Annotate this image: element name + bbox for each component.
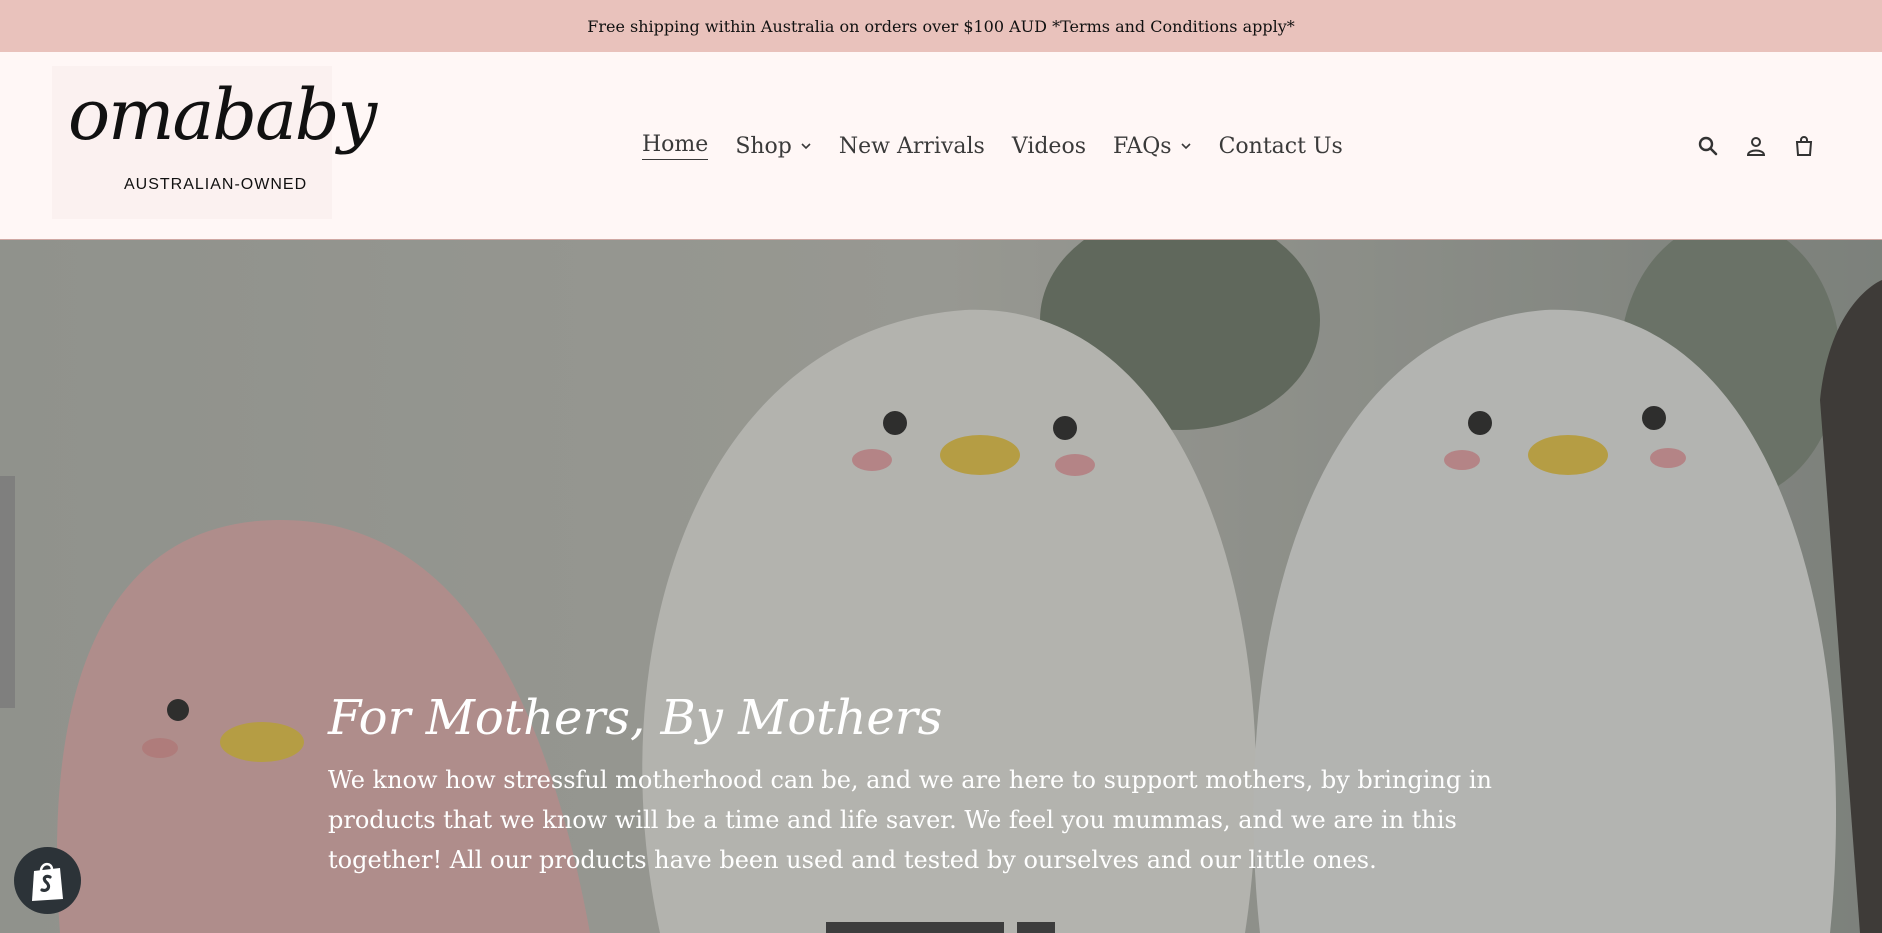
hero-button[interactable] (826, 922, 1004, 933)
nav-home[interactable]: Home (642, 132, 709, 160)
announcement-text: Free shipping within Australia on orders… (587, 16, 1295, 36)
nav-shop-label: Shop (735, 133, 792, 159)
nav-shop[interactable]: Shop (735, 134, 812, 159)
side-tab[interactable] (0, 476, 15, 708)
nav-new-arrivals-label: New Arrivals (838, 133, 985, 159)
logo[interactable]: omababy AUSTRALIAN-OWNED (52, 66, 377, 219)
chevron-down-icon (801, 143, 811, 150)
nav-videos[interactable]: Videos (1012, 134, 1086, 159)
shopify-badge[interactable] (14, 847, 81, 914)
header-icons (1696, 134, 1816, 158)
nav-videos-label: Videos (1011, 133, 1086, 159)
logo-tagline: AUSTRALIAN-OWNED (124, 176, 308, 193)
announcement-bar: Free shipping within Australia on orders… (0, 0, 1882, 52)
hero-button-secondary[interactable] (1017, 922, 1055, 933)
hero-title: For Mothers, By Mothers (328, 690, 943, 746)
account-icon[interactable] (1744, 134, 1768, 158)
logo-wordmark: omababy (68, 74, 377, 156)
search-icon[interactable] (1696, 134, 1720, 158)
hero-description: We know how stressful motherhood can be,… (328, 766, 1492, 874)
cart-icon[interactable] (1792, 134, 1816, 158)
chevron-down-icon (1181, 143, 1191, 150)
nav-faqs[interactable]: FAQs (1113, 134, 1192, 159)
site-header: omababy AUSTRALIAN-OWNED Home Shop New A… (0, 52, 1882, 240)
nav-new-arrivals[interactable]: New Arrivals (839, 134, 985, 159)
nav-contact-label: Contact Us (1218, 133, 1343, 159)
nav-home-label: Home (642, 132, 709, 160)
hero-banner: For Mothers, By Mothers We know how stre… (0, 240, 1882, 933)
nav-faqs-label: FAQs (1113, 133, 1172, 159)
nav-contact[interactable]: Contact Us (1219, 134, 1343, 159)
shopify-bag-icon (31, 862, 63, 901)
main-nav: Home Shop New Arrivals Videos FAQs Conta… (642, 132, 1343, 160)
